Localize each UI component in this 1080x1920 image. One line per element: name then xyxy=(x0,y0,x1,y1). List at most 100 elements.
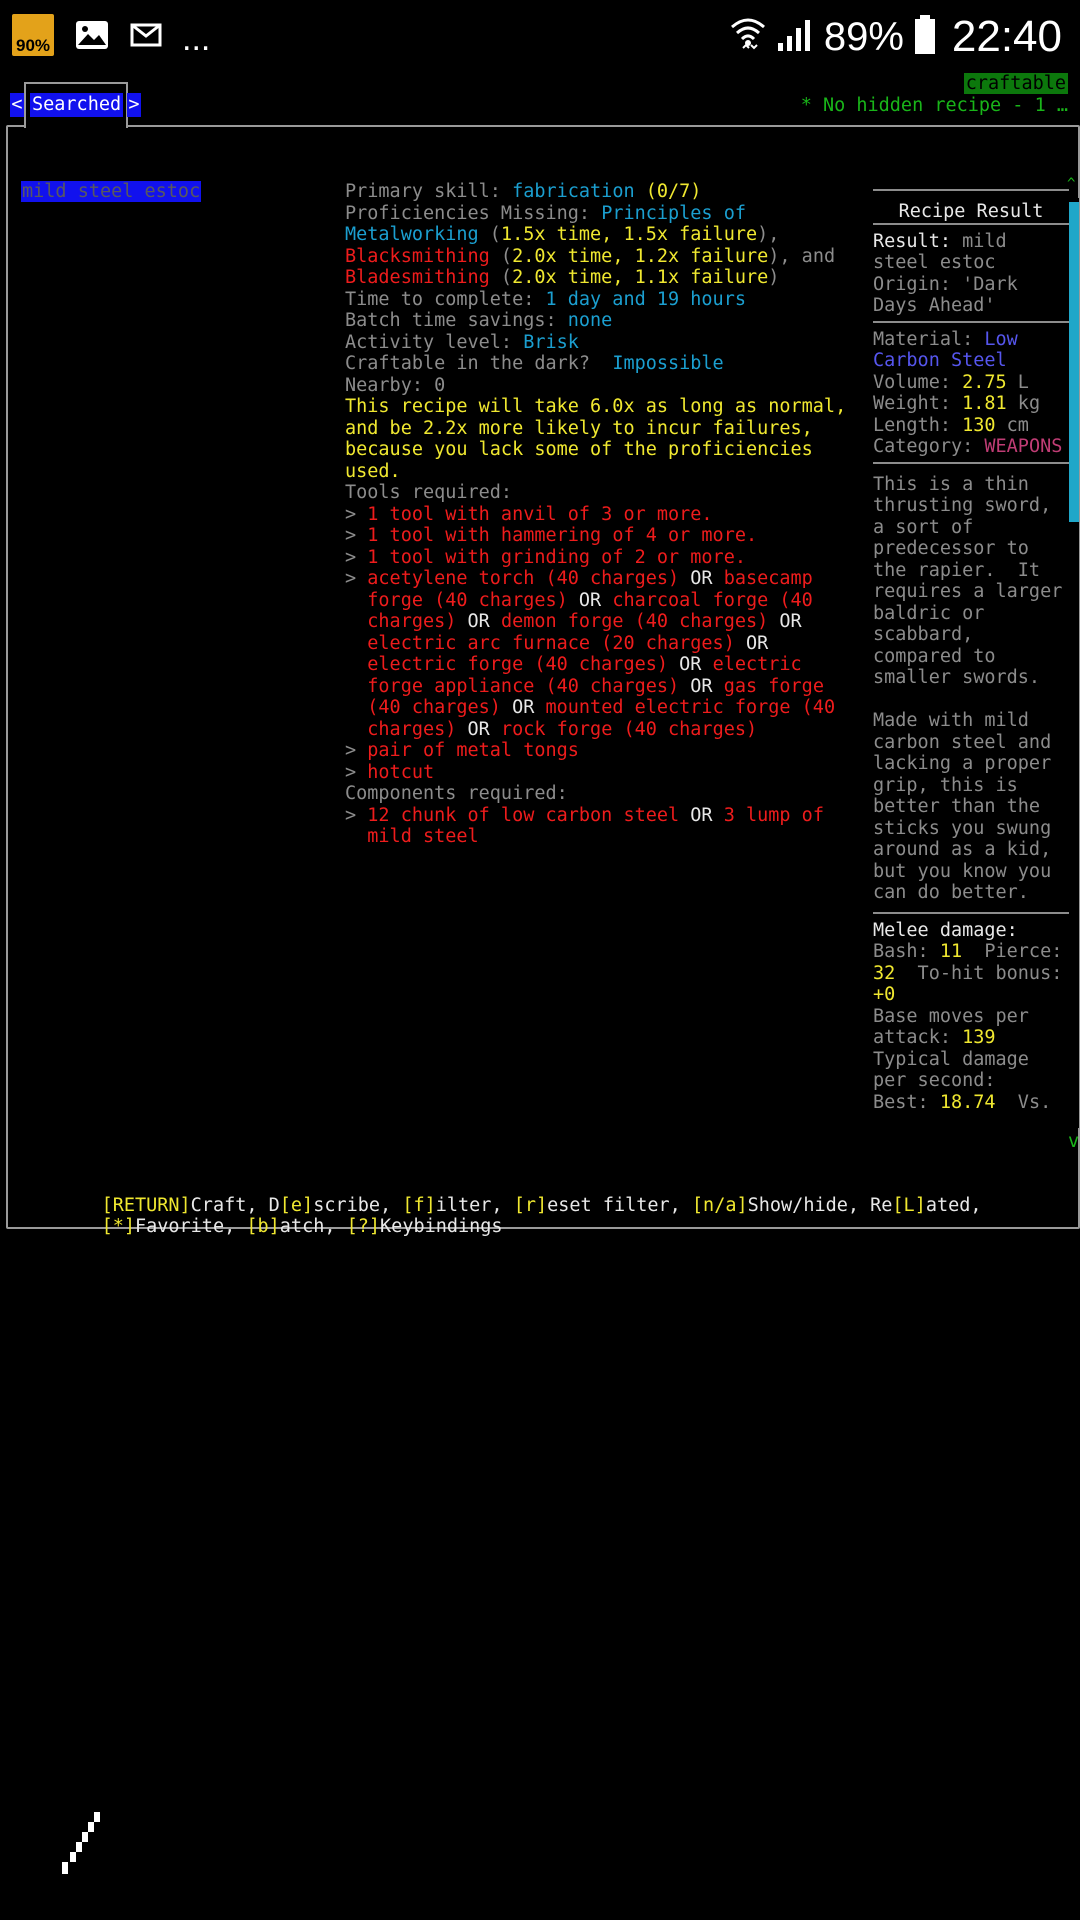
proficiency-blacksmithing: Blacksmithing xyxy=(345,245,490,267)
tab-prev-button[interactable]: < xyxy=(10,93,24,117)
moves-label: Base moves per xyxy=(873,1005,1029,1027)
tohit-value: +0 xyxy=(873,984,896,1005)
origin-text: Days Ahead' xyxy=(873,295,996,316)
weight-value: 1.81 xyxy=(962,393,1007,414)
proficiency-metalworking-cont: Metalworking xyxy=(345,224,479,245)
key-label: Craft, D xyxy=(190,1194,280,1216)
or-separator: OR xyxy=(512,697,535,718)
craftable-badge: craftable xyxy=(963,73,1068,94)
tool-option: electric forge (40 charges) xyxy=(367,654,669,675)
length-label: Length: xyxy=(873,414,963,436)
key-reset-filter[interactable]: [r] xyxy=(514,1195,547,1216)
tab-next-button[interactable]: > xyxy=(127,93,141,117)
volume-unit: L xyxy=(1006,371,1029,393)
tool-option: charcoal forge (40 xyxy=(612,589,813,611)
bash-value: 11 xyxy=(939,941,963,962)
warning-text: This recipe will take 6.0x as long as no… xyxy=(345,396,847,417)
or-separator: OR xyxy=(690,804,713,826)
warning-text: used. xyxy=(345,460,401,482)
material-value: Low xyxy=(984,328,1018,350)
key-related[interactable]: [L] xyxy=(892,1195,925,1216)
tool-option: gas forge xyxy=(723,675,824,697)
key-keybindings[interactable]: [?] xyxy=(347,1216,380,1237)
or-separator: OR xyxy=(679,654,702,675)
weight-label: Weight: xyxy=(873,393,963,414)
scrollbar-thumb[interactable] xyxy=(1069,202,1079,522)
status-bar: 90% ... 89% 22:40 xyxy=(0,0,1080,72)
pen-icon[interactable] xyxy=(56,1808,104,1885)
dps-label: Typical damage xyxy=(873,1048,1029,1070)
key-return[interactable]: [RETURN] xyxy=(102,1195,191,1216)
batch-label: Batch time savings: xyxy=(345,310,568,331)
tohit-label: To-hit bonus: xyxy=(895,962,1063,984)
key-label: Show/hide, Re xyxy=(747,1194,893,1216)
key-filter[interactable]: [f] xyxy=(402,1195,435,1216)
tab-searched[interactable]: Searched xyxy=(30,93,124,117)
tool-option: basecamp xyxy=(723,568,813,589)
volume-label: Volume: xyxy=(873,371,963,393)
wifi-icon xyxy=(730,15,766,60)
component-option: 3 lump of xyxy=(723,804,824,826)
primary-skill-label: Primary skill: xyxy=(345,181,513,202)
key-label: eset filter, xyxy=(547,1194,692,1216)
moves-value: 139 xyxy=(962,1027,996,1048)
recipe-list-item-selected[interactable]: mild steel estoc xyxy=(21,181,202,202)
primary-skill-value: fabrication xyxy=(512,181,635,202)
or-separator: OR xyxy=(745,632,769,654)
activity-value: Brisk xyxy=(523,331,579,353)
length-value: 130 xyxy=(962,414,996,436)
components-label: Components required: xyxy=(345,783,568,804)
proficiency-bladesmithing: Bladesmithing xyxy=(345,267,490,288)
tool-option: charges) xyxy=(367,611,457,632)
mail-icon xyxy=(130,23,162,47)
key-favorite[interactable]: [*] xyxy=(102,1216,135,1237)
pierce-value: 32 xyxy=(873,962,896,984)
volume-value: 2.75 xyxy=(962,371,1007,393)
recipe-details: Primary skill: fabrication (0/7) Profici… xyxy=(345,181,865,848)
key-label: Keybindings xyxy=(380,1216,503,1237)
warning-text: and be 2.2x more likely to incur failure… xyxy=(345,417,813,439)
activity-label: Activity level: xyxy=(345,331,524,353)
scroll-up-indicator[interactable]: ^ xyxy=(1067,176,1075,192)
key-batch[interactable]: [b] xyxy=(246,1216,279,1237)
component-option: 12 chunk of low carbon steel xyxy=(367,804,680,826)
battery-app-icon: 90% xyxy=(12,14,54,56)
melee-label: Melee damage: xyxy=(873,919,1018,941)
origin-text: Origin: 'Dark xyxy=(873,273,1018,295)
warning-text: because you lack some of the proficienci… xyxy=(345,439,813,460)
divider xyxy=(873,461,1069,464)
tool-option: electric arc furnace (20 charges) xyxy=(367,632,735,654)
pierce-label: Pierce: xyxy=(962,941,1063,962)
key-show-hide[interactable]: [n/a] xyxy=(692,1195,748,1216)
or-separator: OR xyxy=(690,568,713,589)
vs-label: Vs. xyxy=(995,1091,1052,1113)
proficiencies-label: Proficiencies Missing: xyxy=(345,202,602,224)
proficiency-modifier: 1.5x time, 1.5x failure xyxy=(500,224,758,245)
result-label: Result: xyxy=(873,230,951,252)
proficiency-metalworking: Principles of xyxy=(601,202,746,224)
best-label: Best: xyxy=(873,1091,940,1113)
best-value: 18.74 xyxy=(939,1091,996,1113)
material-value: Carbon Steel xyxy=(873,350,1007,371)
tool-requirement: hotcut xyxy=(367,761,435,783)
scroll-down-indicator[interactable]: v xyxy=(1068,1131,1079,1152)
divider xyxy=(873,320,1069,323)
weight-unit: kg xyxy=(1006,393,1041,414)
tools-label: Tools required: xyxy=(345,482,513,503)
dark-label: Craftable in the dark? xyxy=(345,353,613,374)
gallery-icon xyxy=(74,19,110,51)
or-separator: OR xyxy=(779,611,802,632)
conjunction: , and xyxy=(779,245,836,267)
length-unit: cm xyxy=(995,414,1029,436)
tool-option: forge (40 charges) xyxy=(367,589,568,611)
keybindings-bar: [RETURN]Craft, D[e]scribe, [f]ilter, [r]… xyxy=(57,1173,1047,1238)
key-describe[interactable]: [e] xyxy=(280,1195,313,1216)
result-value: mild xyxy=(950,230,1007,252)
signal-icon xyxy=(776,17,814,58)
divider xyxy=(873,222,1069,225)
panel-title: Recipe Result xyxy=(898,201,1044,222)
nearby-count: Nearby: 0 xyxy=(345,374,446,396)
tool-requirement: 1 tool with grinding of 2 or more. xyxy=(367,546,746,568)
hidden-recipe-note: * No hidden recipe - 1 … xyxy=(800,95,1068,116)
tool-option: charges) xyxy=(367,718,457,740)
